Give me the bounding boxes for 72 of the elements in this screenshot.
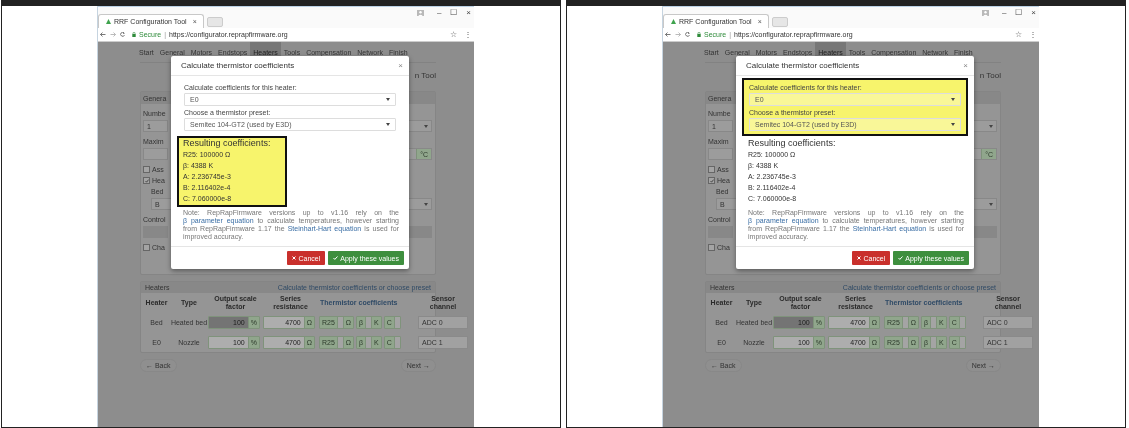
checkmark-icon xyxy=(333,256,339,260)
bookmark-star-button[interactable]: ☆ xyxy=(450,30,457,39)
dialog-title: Calculate thermistor coefficients xyxy=(181,61,295,70)
window-control[interactable]: × xyxy=(466,8,471,17)
select-field[interactable] xyxy=(408,120,432,132)
input-field[interactable] xyxy=(708,148,733,160)
back-arrow-icon xyxy=(100,32,106,37)
reload-icon xyxy=(685,32,690,37)
forward-arrow-icon xyxy=(675,32,681,37)
bookmark-star-button[interactable]: ☆ xyxy=(1015,30,1022,39)
profile-icon xyxy=(416,10,424,16)
page-title: n Tool xyxy=(979,70,1001,80)
lock-icon xyxy=(132,32,136,37)
close-button[interactable]: × xyxy=(963,61,968,70)
dialog-title: Calculate thermistor coefficients xyxy=(746,61,860,70)
checkbox[interactable] xyxy=(708,166,715,173)
caret-icon xyxy=(989,202,993,206)
input-field[interactable] xyxy=(336,336,343,348)
input-field[interactable] xyxy=(958,336,965,348)
input-field[interactable] xyxy=(143,148,168,160)
window-control[interactable]: – xyxy=(1001,8,1007,17)
checkmark-icon xyxy=(709,178,714,183)
close-icon xyxy=(857,256,862,260)
menu-button[interactable]: ⋮ xyxy=(1029,30,1037,39)
window-control[interactable]: ☐ xyxy=(450,8,458,17)
caret-icon xyxy=(424,124,428,128)
lock-icon xyxy=(697,32,701,37)
close-button[interactable]: × xyxy=(398,61,403,70)
window-control[interactable]: ☐ xyxy=(1015,8,1023,17)
checkmark-icon xyxy=(144,178,149,183)
menu-button[interactable]: ⋮ xyxy=(464,30,472,39)
input-field[interactable] xyxy=(365,316,372,328)
input-field[interactable] xyxy=(365,336,372,348)
results-heading: Resulting coefficients: xyxy=(748,138,837,148)
window-control[interactable]: – xyxy=(436,8,442,17)
checkbox[interactable] xyxy=(143,177,150,184)
control-bar xyxy=(973,226,997,238)
window-control[interactable]: × xyxy=(1031,8,1036,17)
checkbox[interactable] xyxy=(143,166,150,173)
checkbox[interactable] xyxy=(708,244,715,251)
input-field[interactable] xyxy=(336,316,343,328)
triangle-icon xyxy=(671,19,676,24)
checkmark-icon xyxy=(898,256,904,260)
input-field[interactable] xyxy=(930,336,937,348)
close-icon xyxy=(292,256,297,260)
control-bar xyxy=(408,226,432,238)
input-field[interactable] xyxy=(393,316,400,328)
new-tab-button[interactable] xyxy=(206,17,223,27)
select-field[interactable] xyxy=(973,120,997,132)
triangle-icon xyxy=(106,19,111,24)
select-field[interactable] xyxy=(973,198,997,210)
checkbox[interactable] xyxy=(143,244,150,251)
profile-icon xyxy=(981,10,989,16)
checkbox[interactable] xyxy=(708,177,715,184)
caret-icon xyxy=(386,123,390,126)
input-field[interactable] xyxy=(393,336,400,348)
new-tab-button[interactable] xyxy=(771,17,788,27)
caret-icon xyxy=(951,98,955,101)
caret-icon xyxy=(424,202,428,206)
page-title: n Tool xyxy=(414,70,436,80)
results-heading: Resulting coefficients: xyxy=(183,138,272,148)
input-field[interactable] xyxy=(901,336,908,348)
caret-icon xyxy=(386,98,390,101)
reload-icon xyxy=(120,32,125,37)
input-field[interactable] xyxy=(901,316,908,328)
input-field[interactable] xyxy=(958,316,965,328)
caret-icon xyxy=(951,123,955,126)
input-field[interactable] xyxy=(930,316,937,328)
caret-icon xyxy=(989,124,993,128)
forward-arrow-icon xyxy=(110,32,116,37)
back-arrow-icon xyxy=(665,32,671,37)
select-field[interactable] xyxy=(408,198,432,210)
